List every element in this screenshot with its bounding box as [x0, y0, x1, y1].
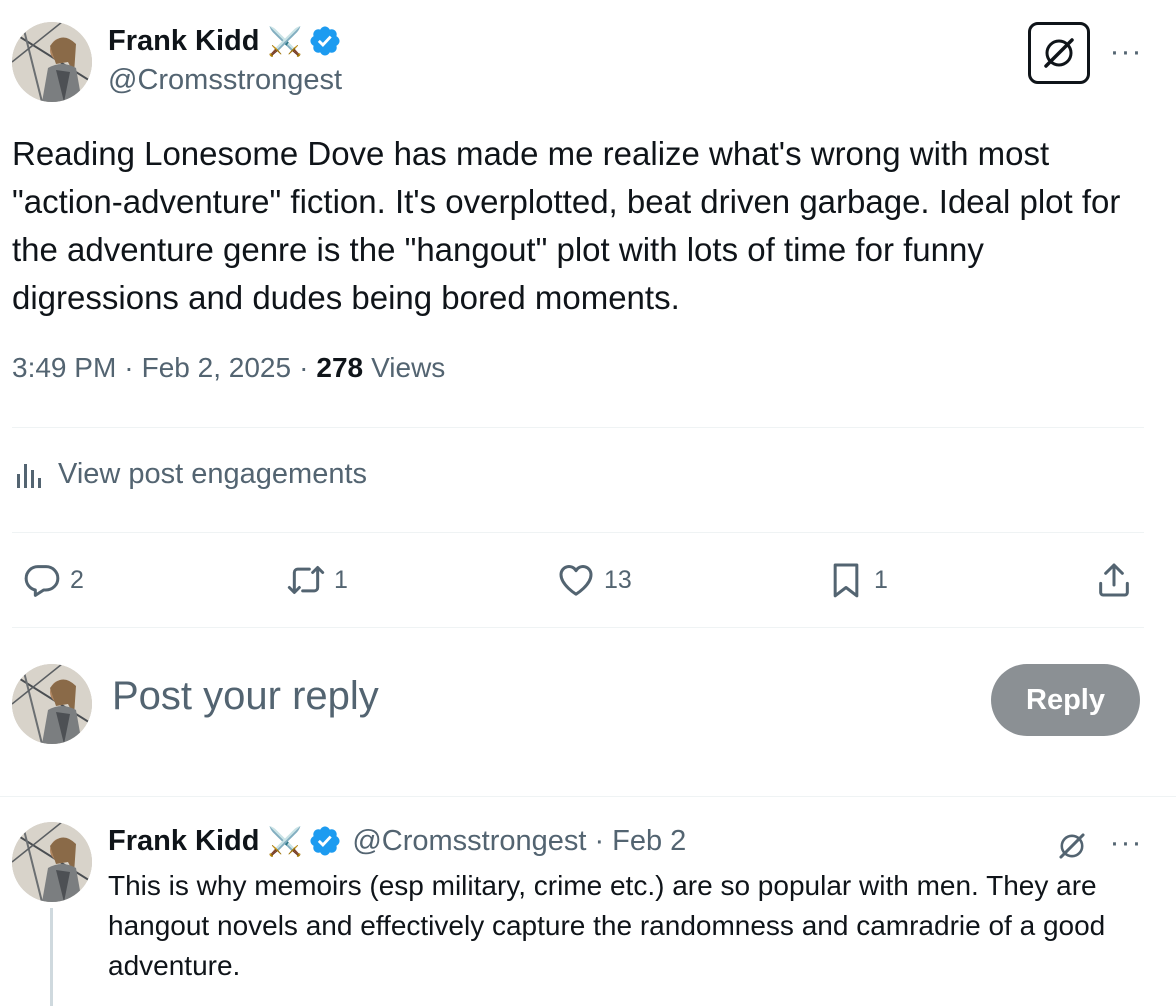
reply-author-handle[interactable]: @Cromsstrongest: [352, 825, 586, 858]
post-time[interactable]: 3:49 PM: [12, 352, 116, 384]
reply-date[interactable]: Feb 2: [612, 825, 686, 858]
divider: [12, 627, 1144, 628]
repost-count: 1: [334, 565, 348, 594]
author-name-row: Frank Kidd ⚔️: [108, 24, 342, 58]
reply-count: 2: [70, 565, 84, 594]
views-count: 278: [316, 352, 364, 383]
reply-more-options-button[interactable]: ···: [1104, 826, 1148, 860]
like-count: 13: [604, 565, 632, 594]
reply-input[interactable]: Post your reply: [112, 674, 379, 719]
reply-meta-separator: ·: [594, 824, 605, 857]
divider: [12, 532, 1144, 533]
reply-author-display-name[interactable]: Frank Kidd: [108, 825, 259, 858]
reply-author-avatar[interactable]: [12, 822, 92, 902]
divider: [12, 427, 1144, 428]
bookmark-action[interactable]: 1: [826, 560, 888, 600]
like-action[interactable]: 13: [556, 560, 632, 600]
author-handle[interactable]: @Cromsstrongest: [108, 64, 342, 97]
grok-icon: [1044, 38, 1074, 68]
bookmark-icon: [833, 563, 859, 598]
post-text: Reading Lonesome Dove has made me realiz…: [12, 135, 1121, 316]
post-meta: 3:49 PM · Feb 2, 2025 · 278 Views: [12, 352, 445, 384]
more-icon: ···: [1109, 35, 1143, 68]
reply-icon: [24, 565, 60, 597]
analytics-icon: [17, 463, 41, 488]
author-avatar[interactable]: [12, 22, 92, 102]
composer-avatar[interactable]: [12, 664, 92, 744]
reply-button[interactable]: Reply: [991, 664, 1140, 736]
divider: [0, 796, 1176, 797]
reply-grok-button[interactable]: [1052, 826, 1092, 866]
grok-button[interactable]: [1028, 22, 1090, 84]
verified-icon[interactable]: [308, 24, 342, 58]
repost-icon: [287, 566, 325, 594]
post-date[interactable]: Feb 2, 2025: [142, 352, 291, 384]
more-options-button[interactable]: ···: [1104, 34, 1148, 70]
reply-author-row: Frank Kidd ⚔️ @Cromsstrongest · Feb 2: [108, 824, 686, 858]
swords-emoji: ⚔️: [267, 825, 303, 857]
bookmark-count: 1: [874, 565, 888, 594]
reply-action[interactable]: 2: [22, 560, 84, 600]
views-label: Views: [371, 352, 446, 383]
grok-icon: [1059, 833, 1085, 859]
like-icon: [559, 565, 593, 596]
reply-text: This is why memoirs (esp military, crime…: [108, 870, 1106, 981]
verified-icon[interactable]: [308, 824, 342, 858]
author-handle-row: @Cromsstrongest: [108, 64, 342, 97]
meta-separator: ·: [124, 352, 134, 383]
engagements-label: View post engagements: [58, 458, 368, 490]
repost-action[interactable]: 1: [286, 560, 348, 600]
more-icon: ···: [1109, 826, 1143, 859]
swords-emoji: ⚔️: [267, 25, 303, 57]
view-engagements-link[interactable]: View post engagements: [14, 458, 367, 491]
author-display-name[interactable]: Frank Kidd: [108, 25, 259, 58]
share-icon: [1099, 563, 1129, 597]
thread-line: [50, 908, 53, 1006]
share-action[interactable]: [1094, 560, 1142, 600]
meta-separator: ·: [299, 352, 309, 383]
